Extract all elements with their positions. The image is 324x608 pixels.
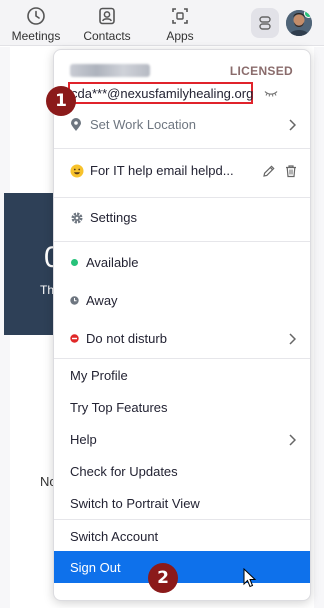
switch-account-item[interactable]: Switch Account [54,519,310,555]
avatar[interactable] [286,10,312,36]
profile-dropdown-menu: LICENSED cda***@nexusfamilyhealing.org S… [53,49,311,601]
status-message-item[interactable]: For IT help email helpd... [54,153,310,189]
mouse-cursor-icon [243,568,257,588]
set-work-location-item[interactable]: Set Work Location [54,107,310,143]
nav-meetings[interactable]: Meetings [1,6,71,43]
switch-account-label: Switch Account [70,529,159,544]
do-not-disturb-icon [70,334,79,343]
contacts-icon [99,7,115,25]
chevron-right-icon [289,434,296,446]
help-item[interactable]: Help [54,422,310,458]
status-message-label: For IT help email helpd... [90,163,234,178]
clock-icon [27,7,45,25]
callout-step-1: 1 [46,86,76,116]
settings-item[interactable]: Settings [54,200,310,236]
do-not-disturb-label: Do not disturb [86,331,167,346]
chevron-right-icon [289,333,296,345]
nav-contacts[interactable]: Contacts [72,6,142,43]
available-status-dot [71,259,78,266]
help-label: Help [70,432,97,447]
settings-label: Settings [90,210,137,225]
try-top-features-label: Try Top Features [70,400,168,415]
nav-apps-label: Apps [166,29,194,43]
pencil-icon[interactable] [262,164,276,178]
headset-icon [259,16,271,30]
background-card-text: Th [40,283,55,297]
try-top-features-item[interactable]: Try Top Features [54,390,310,426]
status-available-item[interactable]: Available [54,245,310,281]
license-badge: LICENSED [229,64,293,78]
my-profile-item[interactable]: My Profile [54,358,310,394]
user-name-blurred [70,64,150,77]
nav-contacts-label: Contacts [83,29,131,43]
menu-divider [54,241,310,242]
check-for-updates-label: Check for Updates [70,464,178,479]
menu-divider [54,148,310,149]
trash-icon[interactable] [284,164,298,178]
chevron-right-icon [289,119,296,131]
away-clock-icon [70,296,79,305]
top-nav-bar: Meetings Contacts Apps [0,0,324,46]
sign-out-item[interactable]: Sign Out [54,551,310,583]
apps-icon [172,8,188,24]
eye-hidden-icon[interactable] [264,90,278,98]
callout-step-2: 2 [148,563,178,593]
status-dnd-item[interactable]: Do not disturb [54,321,310,357]
user-email: cda***@nexusfamilyhealing.org [71,86,254,101]
available-label: Available [86,255,139,270]
my-profile-label: My Profile [70,368,128,383]
background-card: 0 Th [4,193,61,335]
switch-portrait-view-item[interactable]: Switch to Portrait View [54,486,310,522]
nav-meetings-label: Meetings [11,29,61,43]
nav-apps[interactable]: Apps [145,6,215,43]
online-status-dot [304,10,312,18]
status-away-item[interactable]: Away [54,283,310,319]
presence-button[interactable] [251,8,279,38]
switch-portrait-view-label: Switch to Portrait View [70,496,200,511]
smiley-emoji-icon [70,164,84,178]
menu-divider [54,197,310,198]
location-pin-icon [71,118,81,131]
set-work-location-label: Set Work Location [90,117,196,132]
check-for-updates-item[interactable]: Check for Updates [54,454,310,490]
gear-icon [71,212,83,224]
away-label: Away [86,293,118,308]
sign-out-label: Sign Out [70,560,121,575]
